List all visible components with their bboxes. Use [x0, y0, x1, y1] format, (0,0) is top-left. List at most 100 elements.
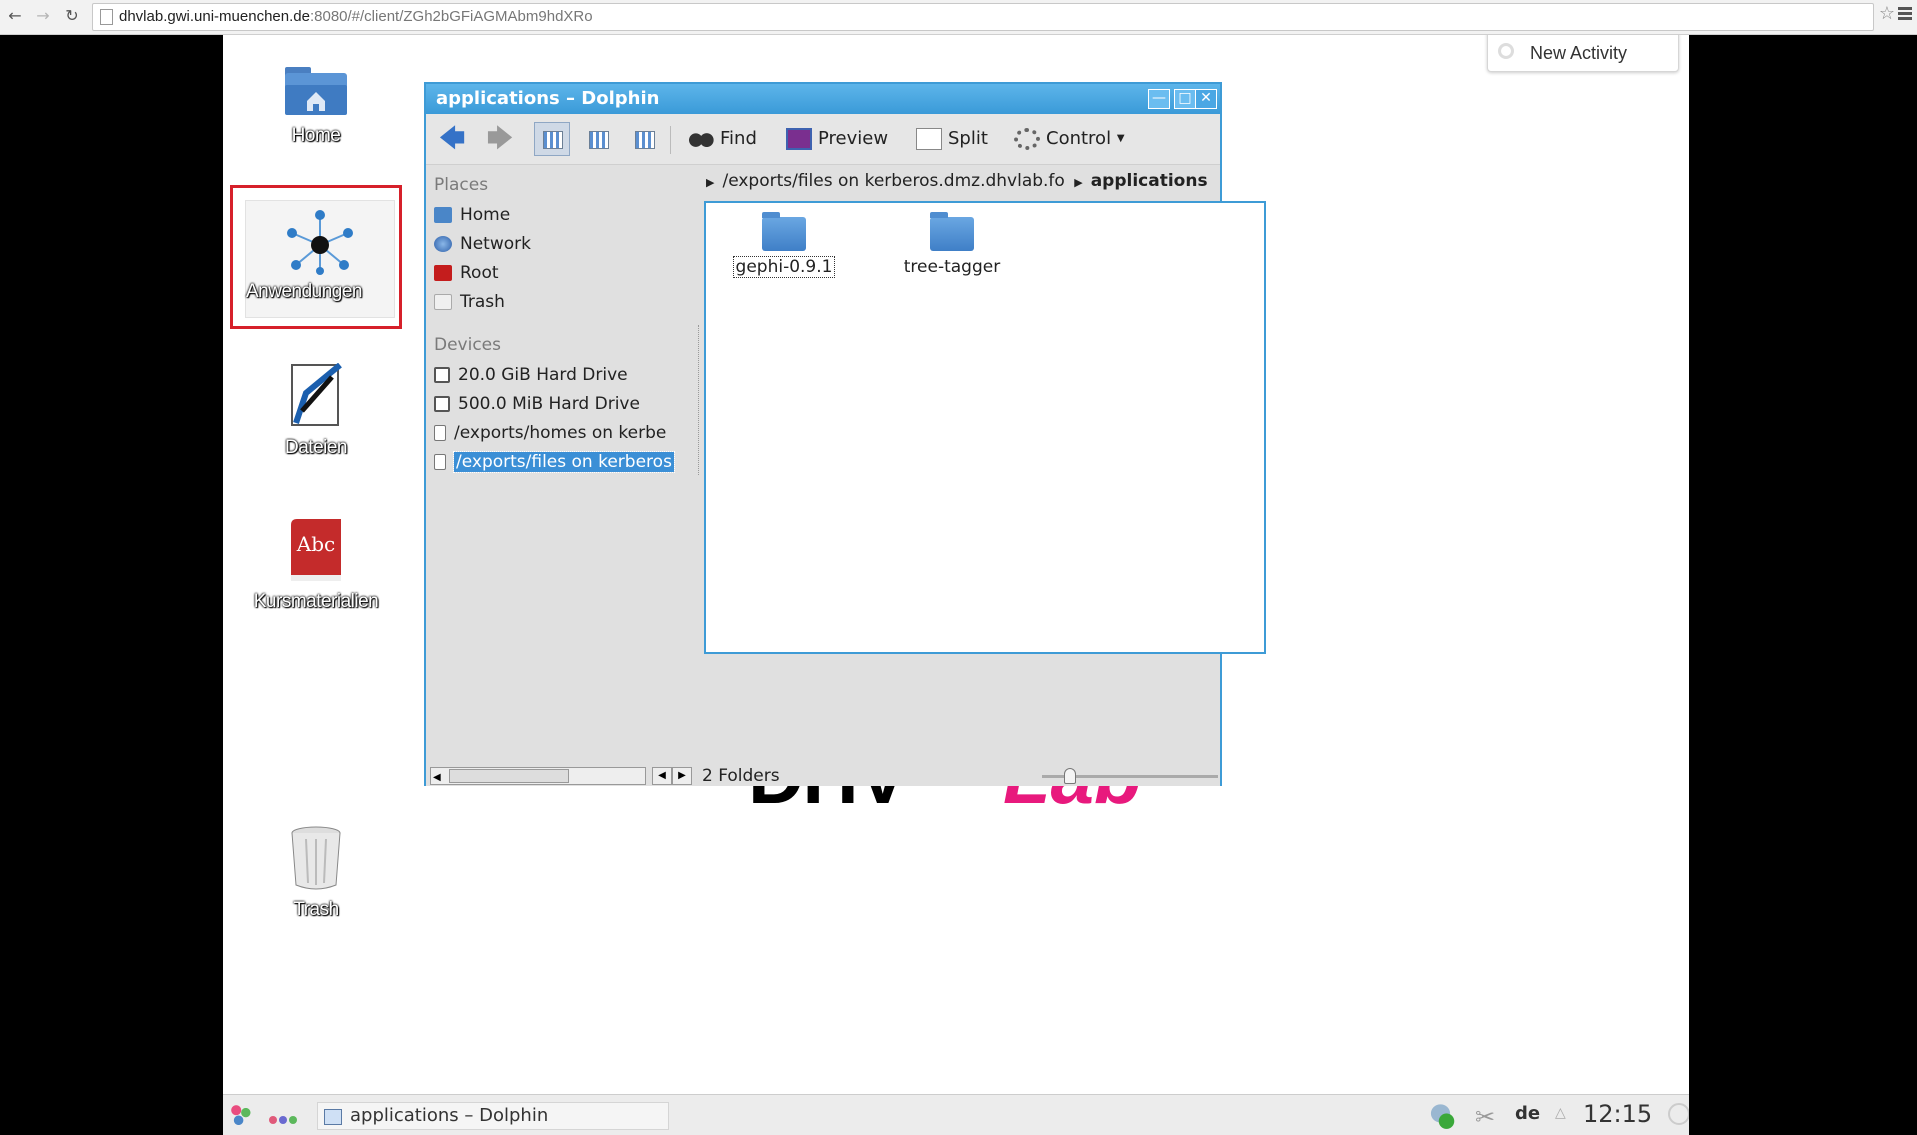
device-item-exports-files[interactable]: /exports/files on kerberos: [434, 450, 700, 474]
forward-arrow-icon[interactable]: →: [32, 5, 54, 27]
folder-icon: [930, 212, 974, 251]
places-panel: Places Home Network Root Trash Devices 2…: [426, 165, 700, 767]
desktop-icon-label: Trash: [293, 899, 339, 920]
breadcrumb-parent[interactable]: /exports/files on kerberos.dmz.dhvlab.fo: [722, 171, 1064, 191]
maximize-icon[interactable]: □: [1174, 89, 1196, 109]
home-icon: [434, 207, 452, 223]
dolphin-toolbar: 🡄 🡆 Find Preview Split Control ▼: [426, 114, 1220, 165]
split-view-icon: [916, 128, 942, 150]
details-view-icon: [635, 131, 655, 149]
file-view[interactable]: gephi-0.9.1 tree-tagger: [704, 201, 1266, 654]
toolbar-divider: [670, 126, 671, 154]
network-mount-icon: [434, 454, 446, 470]
control-button[interactable]: Control ▼: [1014, 122, 1125, 156]
desktop-icon-label: Kursmaterialien: [253, 591, 379, 612]
hard-drive-icon: [434, 396, 450, 412]
device-item-exports-homes[interactable]: /exports/homes on kerbe: [434, 421, 700, 445]
page-icon: [100, 9, 113, 25]
details-view-button[interactable]: [626, 122, 662, 156]
back-arrow-icon[interactable]: ←: [4, 5, 26, 27]
icons-view-button[interactable]: [534, 122, 570, 156]
address-bar[interactable]: dhvlab.gwi.uni-muenchen.de:8080/#/client…: [92, 3, 1874, 31]
star-icon[interactable]: ☆: [1879, 3, 1895, 24]
zoom-slider-handle[interactable]: [1064, 768, 1076, 784]
devices-heading: Devices: [434, 335, 501, 355]
desktop-icon-label: Anwendungen: [246, 281, 363, 302]
network-globe-icon: [434, 236, 452, 252]
binoculars-icon: [688, 128, 714, 150]
desktop-cashew-icon[interactable]: [1668, 1103, 1689, 1125]
gear-icon: [1014, 128, 1040, 150]
browser-toolbar: ← → ↻ dhvlab.gwi.uni-muenchen.de:8080/#/…: [0, 0, 1917, 35]
back-arrow-icon[interactable]: 🡄: [434, 122, 470, 156]
device-item-hdd-20g[interactable]: 20.0 GiB Hard Drive: [434, 363, 700, 387]
find-button[interactable]: Find: [688, 122, 757, 156]
desktop-icon-applications[interactable]: Anwendungen: [245, 200, 395, 318]
applications-network-icon: [287, 210, 353, 275]
new-activity-button[interactable]: New Activity: [1487, 35, 1679, 72]
desktop-icon-home[interactable]: Home: [246, 61, 386, 147]
zoom-slider[interactable]: [1042, 768, 1218, 784]
network-mount-icon: [434, 425, 446, 441]
scroll-left-icon[interactable]: ◀: [652, 767, 672, 785]
reload-icon[interactable]: ↻: [61, 5, 83, 27]
clock[interactable]: 12:15: [1583, 1100, 1652, 1128]
device-item-hdd-500m[interactable]: 500.0 MiB Hard Drive: [434, 392, 700, 416]
split-button[interactable]: Split: [916, 122, 988, 156]
compact-view-button[interactable]: [580, 122, 616, 156]
panel-resize-handle[interactable]: [698, 325, 702, 475]
dictionary-book-icon: Abc: [291, 519, 341, 581]
activities-icon[interactable]: [269, 1109, 299, 1128]
hard-drive-icon: [434, 367, 450, 383]
folder-icon: [762, 212, 806, 251]
application-launcher-icon[interactable]: [229, 1103, 253, 1127]
task-item-dolphin[interactable]: applications – Dolphin: [317, 1102, 669, 1130]
window-title: applications – Dolphin: [436, 88, 660, 109]
chevron-right-icon: ▶: [706, 176, 715, 189]
preview-icon: [786, 128, 812, 150]
scrollbar-thumb[interactable]: [449, 769, 569, 783]
url-text: dhvlab.gwi.uni-muenchen.de:8080/#/client…: [119, 8, 593, 25]
preview-button[interactable]: Preview: [786, 122, 888, 156]
places-item-home[interactable]: Home: [434, 203, 700, 227]
tray-expand-icon[interactable]: △: [1555, 1105, 1566, 1121]
activity-spinner-icon: [1498, 43, 1514, 59]
dolphin-app-icon: [324, 1109, 342, 1125]
places-scrollbar[interactable]: ◀: [430, 767, 646, 785]
breadcrumb: ▶ /exports/files on kerberos.dmz.dhvlab.f…: [702, 165, 1222, 197]
desktop-icon-files[interactable]: Dateien: [246, 362, 386, 459]
trash-icon: [434, 294, 452, 310]
status-bar: ◀ ◀ ▶ 2 Folders: [426, 766, 1220, 786]
trash-bin-icon: [291, 826, 341, 890]
edit-document-icon: [291, 362, 342, 426]
forward-arrow-icon[interactable]: 🡆: [482, 122, 518, 156]
folder-item[interactable]: gephi-0.9.1: [724, 212, 844, 278]
scroll-left-icon[interactable]: ◀: [433, 768, 441, 788]
taskbar: applications – Dolphin ✂ de △ 12:15: [223, 1094, 1689, 1135]
folder-item[interactable]: tree-tagger: [892, 212, 1012, 277]
desktop-icon-trash[interactable]: Trash: [246, 825, 386, 921]
desktop-icon-label: Dateien: [285, 437, 348, 458]
desktop-icon-course-materials[interactable]: Abc Kursmaterialien: [246, 517, 386, 613]
minimize-icon[interactable]: —: [1148, 89, 1170, 109]
dolphin-window: applications – Dolphin — □ ✕ 🡄 🡆 Find Pr…: [424, 82, 1266, 786]
network-status-icon[interactable]: [1427, 1103, 1457, 1129]
menu-icon[interactable]: [1897, 5, 1913, 25]
clipboard-scissors-icon[interactable]: ✂: [1475, 1103, 1495, 1131]
places-item-trash[interactable]: Trash: [434, 290, 700, 314]
keyboard-layout-indicator[interactable]: de: [1515, 1103, 1540, 1124]
places-item-root[interactable]: Root: [434, 261, 700, 285]
window-titlebar[interactable]: applications – Dolphin — □ ✕: [426, 84, 1220, 114]
task-item-label: applications – Dolphin: [350, 1105, 549, 1126]
places-heading: Places: [434, 175, 489, 195]
status-text: 2 Folders: [702, 766, 780, 786]
desktop-icon-label: Home: [291, 125, 341, 146]
home-folder-icon: [285, 67, 347, 115]
places-item-network[interactable]: Network: [434, 232, 700, 256]
breadcrumb-current[interactable]: applications: [1091, 171, 1208, 191]
scroll-right-icon[interactable]: ▶: [672, 767, 692, 785]
icons-view-icon: [543, 131, 563, 149]
chevron-down-icon: ▼: [1116, 133, 1125, 144]
close-icon[interactable]: ✕: [1195, 89, 1217, 109]
folder-label: gephi-0.9.1: [732, 256, 836, 278]
